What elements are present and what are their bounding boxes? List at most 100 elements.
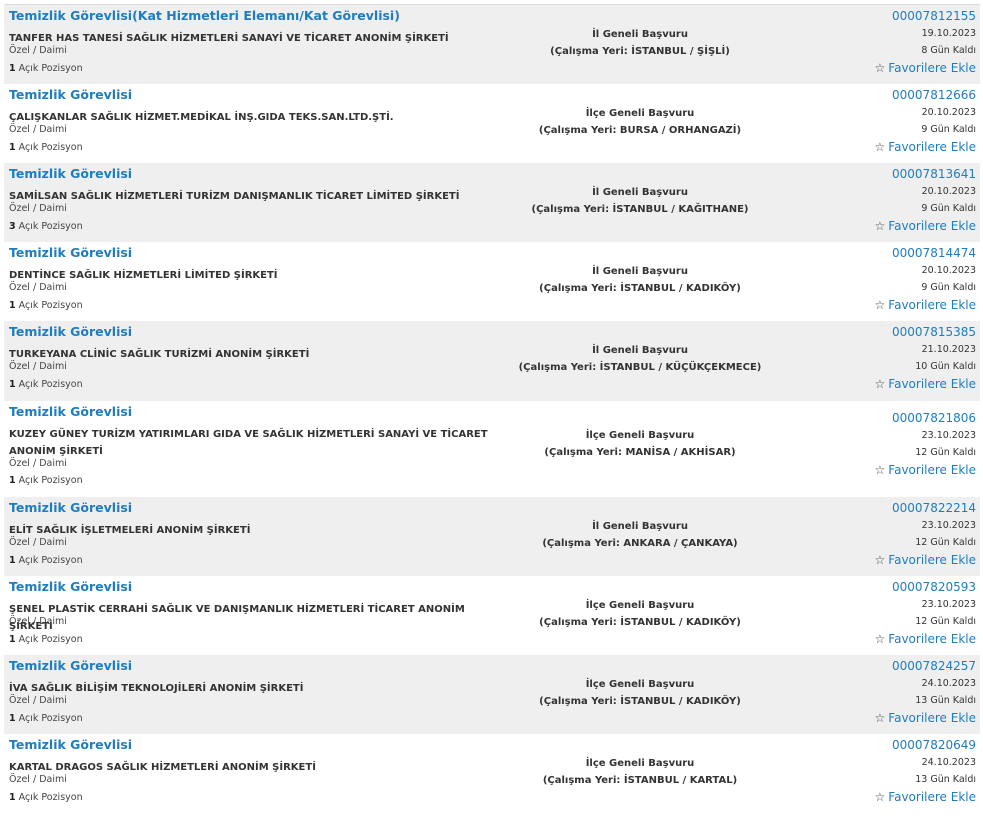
days-left: 12 Gün Kaldı [915, 616, 976, 627]
add-to-favorites-button[interactable]: ☆ Favorilere Ekle [875, 709, 976, 727]
company-name: DENTİNCE SAĞLIK HİZMETLERİ LİMİTED ŞİRKE… [9, 270, 278, 281]
job-number-link[interactable]: 00007815385 [875, 324, 976, 341]
add-to-favorites-button[interactable]: ☆ Favorilere Ekle [875, 375, 976, 393]
work-location: (Çalışma Yeri: İSTANBUL / KADIKÖY) [539, 696, 741, 707]
star-outline-icon: ☆ [874, 790, 886, 804]
add-to-favorites-button[interactable]: ☆ Favorilere Ekle [875, 217, 976, 235]
star-outline-icon: ☆ [874, 632, 886, 646]
open-positions-label: Açık Pozisyon [18, 379, 83, 390]
company-name: SAMİLSAN SAĞLIK HİZMETLERİ TURİZM DANIŞM… [9, 191, 460, 202]
open-positions-label: Açık Pozisyon [18, 475, 83, 486]
application-scope: İlçe Geneli Başvuru (Çalışma Yeri: BURSA … [472, 105, 808, 139]
open-positions-count: 1 [9, 142, 16, 153]
add-to-favorites-label: Favorilere Ekle [888, 553, 976, 567]
star-outline-icon: ☆ [874, 463, 886, 477]
open-positions: 1 Açık Pozisyon [9, 475, 83, 486]
days-left: 12 Gün Kaldı [915, 447, 976, 458]
job-title-link[interactable]: Temizlik Görevlisi [9, 658, 132, 673]
open-positions-label: Açık Pozisyon [18, 221, 83, 232]
star-outline-icon: ☆ [874, 711, 886, 725]
listing-date: 20.10.2023 [921, 265, 976, 276]
add-to-favorites-button[interactable]: ☆ Favorilere Ekle [875, 296, 976, 314]
application-scope-label: İl Geneli Başvuru [592, 345, 688, 356]
listing-row: Temizlik Görevlisi ELİT SAĞLIK İŞLETMELER… [4, 497, 980, 576]
job-number-link[interactable]: 00007820649 [875, 737, 976, 754]
add-to-favorites-label: Favorilere Ekle [888, 219, 976, 233]
star-outline-icon: ☆ [874, 553, 886, 567]
application-scope: İl Geneli Başvuru (Çalışma Yeri: İSTANBUL… [472, 263, 808, 297]
add-to-favorites-button[interactable]: ☆ Favorilere Ekle [875, 788, 976, 806]
listing-date: 24.10.2023 [921, 757, 976, 768]
add-to-favorites-button[interactable]: ☆ Favorilere Ekle [875, 59, 976, 77]
open-positions: 1 Açık Pozisyon [9, 142, 83, 153]
application-scope: İlçe Geneli Başvuru (Çalışma Yeri: İSTANB… [472, 755, 808, 789]
listing-meta: 00007812666 20.10.2023 9 Gün Kaldı ☆ Favoril… [875, 87, 976, 156]
company-name: TANFER HAS TANESİ SAĞLIK HİZMETLERİ SANA… [9, 33, 449, 44]
listing-date: 23.10.2023 [921, 430, 976, 441]
application-scope: İlçe Geneli Başvuru (Çalışma Yeri: İSTANB… [472, 597, 808, 631]
listing-row: Temizlik Görevlisi DENTİNCE SAĞLIK HİZMET… [4, 242, 980, 321]
work-location: (Çalışma Yeri: ANKARA / ÇANKAYA) [542, 538, 738, 549]
add-to-favorites-label: Favorilere Ekle [888, 790, 976, 804]
employment-type: Özel / Daimi [9, 361, 67, 372]
job-number-link[interactable]: 00007820593 [875, 579, 976, 596]
add-to-favorites-button[interactable]: ☆ Favorilere Ekle [875, 461, 976, 479]
job-number-link[interactable]: 00007822214 [875, 500, 976, 517]
job-number-link[interactable]: 00007812666 [875, 87, 976, 104]
application-scope-label: İl Geneli Başvuru [592, 266, 688, 277]
listing-meta: 00007815385 21.10.2023 10 Gün Kaldı ☆ Favori… [875, 324, 976, 393]
days-left: 10 Gün Kaldı [915, 361, 976, 372]
add-to-favorites-button[interactable]: ☆ Favorilere Ekle [875, 630, 976, 648]
job-title-link[interactable]: Temizlik Görevlisi [9, 245, 132, 260]
employment-type: Özel / Daimi [9, 203, 67, 214]
open-positions-count: 1 [9, 379, 16, 390]
days-left: 13 Gün Kaldı [915, 774, 976, 785]
job-title-link[interactable]: Temizlik Görevlisi(Kat Hizmetleri Eleman… [9, 8, 400, 23]
listing-row: Temizlik Görevlisi İVA SAĞLIK BİLİŞİM TEK… [4, 655, 980, 734]
add-to-favorites-label: Favorilere Ekle [888, 377, 976, 391]
job-number-link[interactable]: 00007821806 [875, 410, 976, 427]
job-title-link[interactable]: Temizlik Görevlisi [9, 500, 132, 515]
listing-row: Temizlik Görevlisi SAMİLSAN SAĞLIK HİZMET… [4, 163, 980, 242]
employment-type: Özel / Daimi [9, 537, 67, 548]
days-left: 8 Gün Kaldı [921, 45, 976, 56]
add-to-favorites-label: Favorilere Ekle [888, 463, 976, 477]
listing-meta: 00007813641 20.10.2023 9 Gün Kaldı ☆ Favoril… [875, 166, 976, 235]
job-number-link[interactable]: 00007814474 [875, 245, 976, 262]
star-outline-icon: ☆ [874, 61, 886, 75]
days-left: 9 Gün Kaldı [921, 124, 976, 135]
add-to-favorites-button[interactable]: ☆ Favorilere Ekle [875, 551, 976, 569]
listing-row: Temizlik Görevlisi(Kat Hizmetleri Eleman… [4, 5, 980, 84]
application-scope: İlçe Geneli Başvuru (Çalışma Yeri: MANİSA… [472, 427, 808, 461]
star-outline-icon: ☆ [874, 219, 886, 233]
application-scope-label: İl Geneli Başvuru [592, 29, 688, 40]
job-number-link[interactable]: 00007813641 [875, 166, 976, 183]
application-scope: İl Geneli Başvuru (Çalışma Yeri: ANKARA /… [472, 518, 808, 552]
open-positions: 1 Açık Pozisyon [9, 63, 83, 74]
listing-row: Temizlik Görevlisi KUZEY GÜNEY TURİZM YAT… [4, 401, 980, 497]
open-positions-label: Açık Pozisyon [18, 713, 83, 724]
job-title-link[interactable]: Temizlik Görevlisi [9, 579, 132, 594]
add-to-favorites-button[interactable]: ☆ Favorilere Ekle [875, 138, 976, 156]
star-outline-icon: ☆ [874, 298, 886, 312]
add-to-favorites-label: Favorilere Ekle [888, 711, 976, 725]
open-positions: 1 Açık Pozisyon [9, 792, 83, 803]
job-listing-list: Temizlik Görevlisi(Kat Hizmetleri Eleman… [4, 4, 980, 813]
job-title-link[interactable]: Temizlik Görevlisi [9, 87, 132, 102]
work-location: (Çalışma Yeri: İSTANBUL / KARTAL) [542, 775, 738, 786]
listing-meta: 00007814474 20.10.2023 9 Gün Kaldı ☆ Favoril… [875, 245, 976, 314]
employment-type: Özel / Daimi [9, 695, 67, 706]
application-scope: İlçe Geneli Başvuru (Çalışma Yeri: İSTANB… [472, 676, 808, 710]
listing-row: Temizlik Görevlisi TURKEYANA CLİNİC SAĞLI… [4, 321, 980, 401]
job-number-link[interactable]: 00007824257 [875, 658, 976, 675]
job-title-link[interactable]: Temizlik Görevlisi [9, 324, 132, 339]
job-number-link[interactable]: 00007812155 [875, 8, 976, 25]
job-title-link[interactable]: Temizlik Görevlisi [9, 737, 132, 752]
job-title-link[interactable]: Temizlik Görevlisi [9, 166, 132, 181]
application-scope-label: İlçe Geneli Başvuru [585, 679, 695, 690]
application-scope-label: İlçe Geneli Başvuru [585, 600, 695, 611]
star-outline-icon: ☆ [874, 377, 886, 391]
open-positions-count: 1 [9, 475, 16, 486]
add-to-favorites-label: Favorilere Ekle [888, 298, 976, 312]
job-title-link[interactable]: Temizlik Görevlisi [9, 404, 132, 419]
